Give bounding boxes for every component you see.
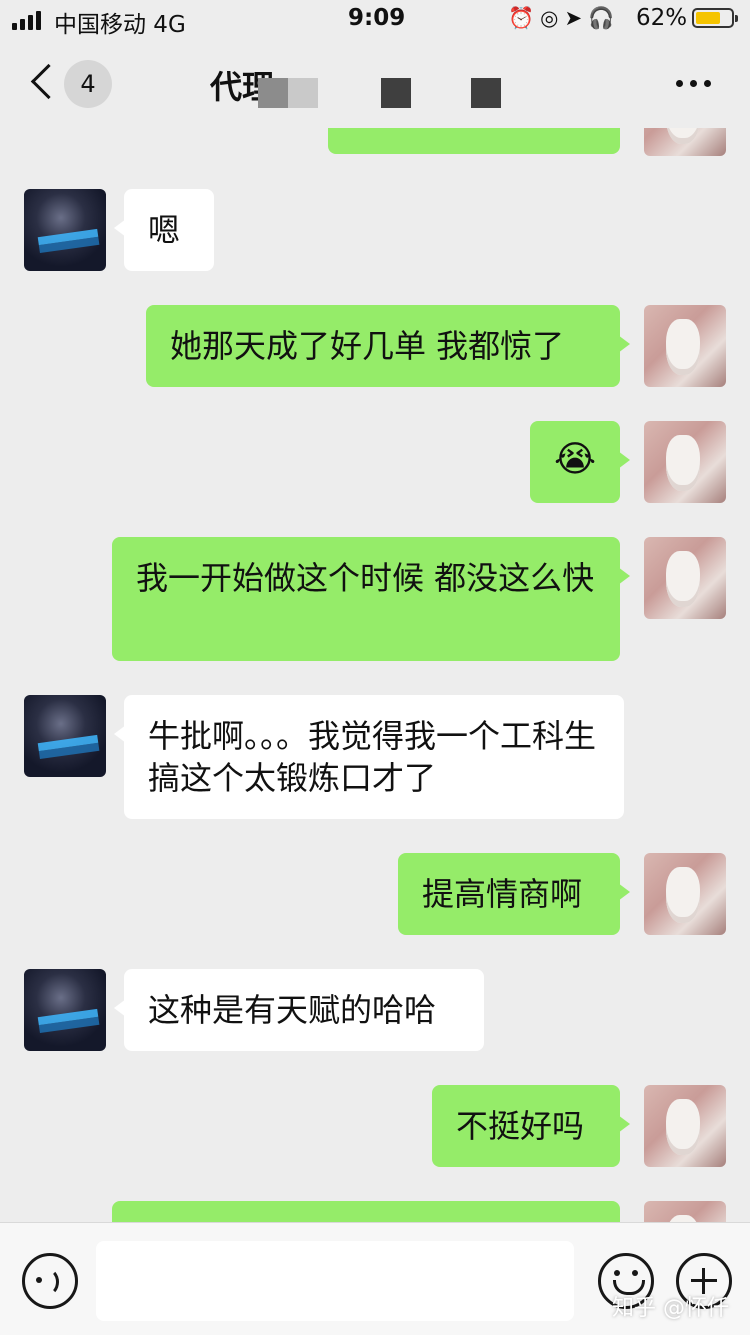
message-list[interactable]: 嗯 她那天成了好几单 我都惊了 😭 我一开始做这个时候 都没这么快 牛批啊。。。…: [0, 0, 750, 1222]
mosaic-redaction: [471, 78, 501, 108]
message-bubble-incoming[interactable]: 嗯: [114, 189, 214, 271]
message-text: 我一开始做这个时候 都没这么快: [136, 559, 595, 597]
message-text: 嗯: [148, 211, 181, 249]
tears-of-joy-emoji: 😭: [554, 439, 597, 480]
status-bar: 中国移动 4G 9:09 ⏰◎➤🎧 62%: [0, 0, 750, 40]
message-text: 提高情商啊: [422, 875, 583, 913]
message-bubble-outgoing[interactable]: 我一开始做这个时候 都没这么快: [112, 537, 630, 661]
my-avatar[interactable]: [644, 853, 726, 935]
my-avatar[interactable]: [644, 421, 726, 503]
my-avatar[interactable]: [644, 537, 726, 619]
contact-avatar[interactable]: [24, 695, 106, 777]
message-bubble-incoming[interactable]: 这种是有天赋的哈哈: [114, 969, 484, 1051]
chat-header: 4 代理: [0, 40, 750, 128]
mosaic-redaction: [258, 78, 288, 108]
message-bubble-outgoing[interactable]: 她那天成了好几单 我都惊了: [146, 305, 630, 387]
my-avatar[interactable]: [644, 1085, 726, 1167]
message-text: 这种是有天赋的哈哈: [148, 991, 437, 1029]
more-dots-icon[interactable]: [676, 80, 711, 87]
message-text: 牛批啊。。。我觉得我一个工科生搞这个太锻炼口才了: [148, 717, 597, 797]
unread-count-badge[interactable]: 4: [64, 60, 112, 108]
my-avatar[interactable]: [644, 1201, 726, 1222]
contact-avatar[interactable]: [24, 189, 106, 271]
voice-icon[interactable]: [22, 1253, 78, 1309]
message-bubble-incoming[interactable]: 牛批啊。。。我觉得我一个工科生搞这个太锻炼口才了: [114, 695, 624, 819]
contact-avatar[interactable]: [24, 969, 106, 1051]
mosaic-redaction: [381, 78, 411, 108]
battery-icon: [692, 8, 738, 28]
message-text: 她那天成了好几单 我都惊了: [170, 327, 565, 365]
status-icons: ⏰◎➤🎧: [508, 6, 621, 30]
battery-percent: 62%: [636, 5, 688, 31]
message-text: 不挺好吗: [456, 1107, 585, 1145]
message-bubble-outgoing[interactable]: 不挺好吗: [432, 1085, 630, 1167]
message-bubble-outgoing[interactable]: 提高情商啊: [398, 853, 630, 935]
message-input[interactable]: [96, 1241, 574, 1321]
signal-icon: [12, 11, 41, 30]
watermark: 知乎 @怀仟: [612, 1296, 729, 1321]
back-arrow-icon[interactable]: [24, 58, 64, 108]
message-bubble-outgoing[interactable]: 😭: [530, 421, 630, 503]
clock: 9:09: [348, 5, 406, 31]
my-avatar[interactable]: [644, 305, 726, 387]
carrier-label: 中国移动 4G: [54, 12, 186, 38]
message-bubble-outgoing[interactable]: [112, 1201, 620, 1222]
mosaic-redaction: [288, 78, 318, 108]
